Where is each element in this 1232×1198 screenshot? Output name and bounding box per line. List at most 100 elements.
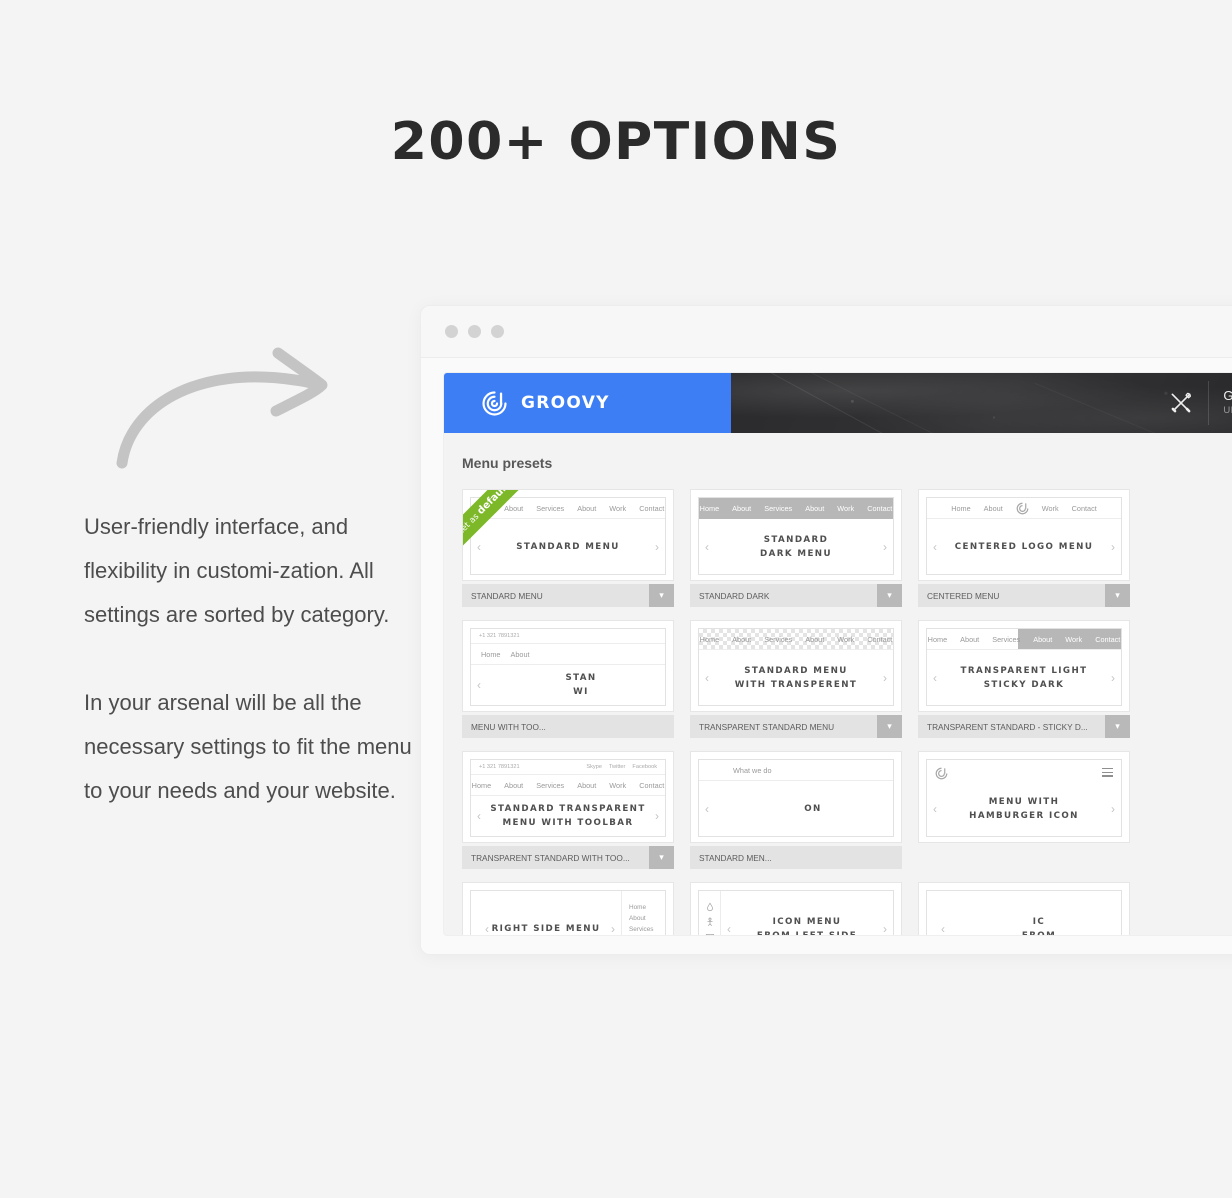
next-arrow-icon[interactable]: ›	[1111, 540, 1115, 554]
next-arrow-icon[interactable]: ›	[1111, 802, 1115, 816]
chevron-down-icon[interactable]: ▾	[877, 715, 902, 738]
chevron-down-icon[interactable]: ▾	[1105, 584, 1130, 607]
preview-toolbar: +1 321 7891321	[471, 629, 665, 644]
hamburger-icon[interactable]	[1102, 767, 1113, 779]
preview-navbar: Home About Services About Work Contact	[699, 629, 893, 650]
prev-arrow-icon[interactable]: ‹	[485, 922, 489, 935]
preset-card[interactable]: set as default Home About Services About	[462, 489, 674, 607]
preset-footer[interactable]: STANDARD MENU ▾	[462, 584, 674, 607]
social-link[interactable]: Skype	[586, 764, 602, 770]
preset-title: STANDARD TRANSPARENT	[490, 804, 646, 814]
preset-card[interactable]: ‹ MENU WITH HAMBURGER ICON ›	[918, 751, 1130, 869]
prev-arrow-icon[interactable]: ‹	[705, 802, 709, 816]
curved-arrow-icon	[116, 347, 328, 469]
nav-item: Services	[536, 780, 565, 790]
preset-card[interactable]: ‹ IC FROM	[918, 882, 1130, 935]
preset-label: CENTERED MENU	[927, 590, 1000, 601]
preset-card[interactable]: ‹ ICON MENU FROM LEFT SIDE ›	[690, 882, 902, 935]
nav-item: About	[960, 634, 980, 644]
next-arrow-icon[interactable]: ›	[655, 809, 659, 823]
preset-title: STANDARD MENU	[516, 541, 620, 552]
preset-footer[interactable]: STANDARD MEN...	[690, 846, 902, 869]
preset-footer[interactable]: TRANSPARENT STANDARD - STICKY D... ▾	[918, 715, 1130, 738]
preset-preview-frame: What we do ‹ ON	[690, 751, 902, 843]
prev-arrow-icon[interactable]: ‹	[705, 540, 709, 554]
prev-arrow-icon[interactable]: ‹	[705, 671, 709, 685]
hero-texture	[771, 373, 1168, 434]
preset-card[interactable]: Home About Services About Work Contact ‹	[690, 489, 902, 607]
prev-arrow-icon[interactable]: ‹	[477, 678, 481, 692]
nav-item: About	[983, 503, 1003, 513]
nav-item: Contact	[1095, 634, 1121, 644]
chevron-down-icon[interactable]: ▾	[649, 584, 674, 607]
window-maximize-dot[interactable]	[491, 325, 504, 338]
prev-arrow-icon[interactable]: ‹	[941, 922, 945, 935]
toolbar-phone: +1 321 7891321	[479, 764, 520, 770]
preset-preview: ‹ ICON MENU FROM LEFT SIDE ›	[698, 890, 894, 935]
preset-card[interactable]: Home About Services About Work Contact ‹	[918, 620, 1130, 738]
next-arrow-icon[interactable]: ›	[655, 540, 659, 554]
prev-arrow-icon[interactable]: ‹	[933, 802, 937, 816]
preset-card[interactable]: Home About Work Contact ‹ CENTERED LOGO …	[918, 489, 1130, 607]
nav-item: Home	[699, 634, 720, 644]
social-link[interactable]: Facebook	[632, 764, 657, 770]
site-header: GROOVY U	[444, 373, 1232, 434]
chevron-down-icon[interactable]: ▾	[1105, 715, 1130, 738]
preset-label: STANDARD MENU	[471, 590, 543, 601]
nav-item: About	[504, 503, 524, 513]
nav-item: What we do	[733, 765, 772, 775]
preview-navbar: Home About Services About Work Contact	[927, 629, 1121, 650]
next-arrow-icon[interactable]: ›	[1111, 671, 1115, 685]
preset-preview: Home About Services About Work Contact ‹	[926, 628, 1122, 706]
preset-preview: Home About Work Contact ‹ CENTERED LOGO …	[926, 497, 1122, 575]
preset-card[interactable]: ‹ RIGHT SIDE MENU › Home About Services …	[462, 882, 674, 935]
preset-card[interactable]: +1 321 7891321 Home About ‹ STAN WI MENU…	[462, 620, 674, 738]
chevron-down-icon[interactable]: ▾	[649, 846, 674, 869]
preset-footer[interactable]: TRANSPARENT STANDARD MENU ▾	[690, 715, 902, 738]
nav-item: Home	[481, 649, 501, 659]
preset-label: STANDARD DARK	[699, 590, 770, 601]
preset-title: STANDARD	[763, 534, 829, 545]
window-minimize-dot[interactable]	[468, 325, 481, 338]
preset-preview: What we do ‹ ON	[698, 759, 894, 837]
prev-arrow-icon[interactable]: ‹	[933, 540, 937, 554]
preset-title: ON	[804, 803, 822, 814]
preset-label: TRANSPARENT STANDARD WITH TOO...	[471, 852, 630, 863]
groovy-logo-icon	[1016, 502, 1029, 514]
nav-item: Contact	[867, 504, 893, 513]
preview-navbar: Home About Services About Work Contact	[471, 775, 665, 796]
brand-block[interactable]: GROOVY	[444, 373, 731, 433]
preset-card[interactable]: What we do ‹ ON STANDARD MEN...	[690, 751, 902, 869]
preset-preview-frame: Home About Work Contact ‹ CENTERED LOGO …	[918, 489, 1130, 581]
nav-item: Contact	[639, 780, 665, 790]
prev-arrow-icon[interactable]: ‹	[727, 922, 731, 935]
preset-title-line2: DARK MENU	[760, 548, 832, 559]
preset-title: MENU WITH	[988, 796, 1060, 807]
preset-footer[interactable]: CENTERED MENU ▾	[918, 584, 1130, 607]
nav-item: About	[732, 504, 752, 513]
prev-arrow-icon[interactable]: ‹	[933, 671, 937, 685]
preset-footer[interactable]: MENU WITH TOO...	[462, 715, 674, 738]
preset-preview-frame: +1 321 7891321 Skype Twitter Facebook Ho…	[462, 751, 674, 843]
prev-arrow-icon[interactable]: ‹	[477, 540, 481, 554]
preset-title: ICON MENU	[772, 917, 842, 927]
preset-preview-frame: set as default Home About Services About	[462, 489, 674, 581]
preset-label: TRANSPARENT STANDARD MENU	[699, 721, 835, 732]
preset-footer[interactable]: TRANSPARENT STANDARD WITH TOO... ▾	[462, 846, 674, 869]
chevron-down-icon[interactable]: ▾	[877, 584, 902, 607]
preset-title: IC	[1032, 917, 1046, 927]
social-link[interactable]: Twitter	[609, 764, 625, 770]
nav-item: About	[577, 503, 597, 513]
next-arrow-icon[interactable]: ›	[883, 922, 887, 935]
preset-footer[interactable]: STANDARD DARK ▾	[690, 584, 902, 607]
preset-card[interactable]: +1 321 7891321 Skype Twitter Facebook Ho…	[462, 751, 674, 869]
preview-side-nav: Home About Services Work Contact	[621, 891, 665, 935]
next-arrow-icon[interactable]: ›	[883, 671, 887, 685]
preset-card[interactable]: Home About Services About Work Contact ‹	[690, 620, 902, 738]
prev-arrow-icon[interactable]: ‹	[477, 809, 481, 823]
next-arrow-icon[interactable]: ›	[883, 540, 887, 554]
admin-panel: GROOVY U Menu presets set as default Abo…	[443, 372, 1232, 936]
window-close-dot[interactable]	[445, 325, 458, 338]
next-arrow-icon[interactable]: ›	[611, 922, 615, 935]
preset-preview-frame: ‹ IC FROM	[918, 882, 1130, 935]
